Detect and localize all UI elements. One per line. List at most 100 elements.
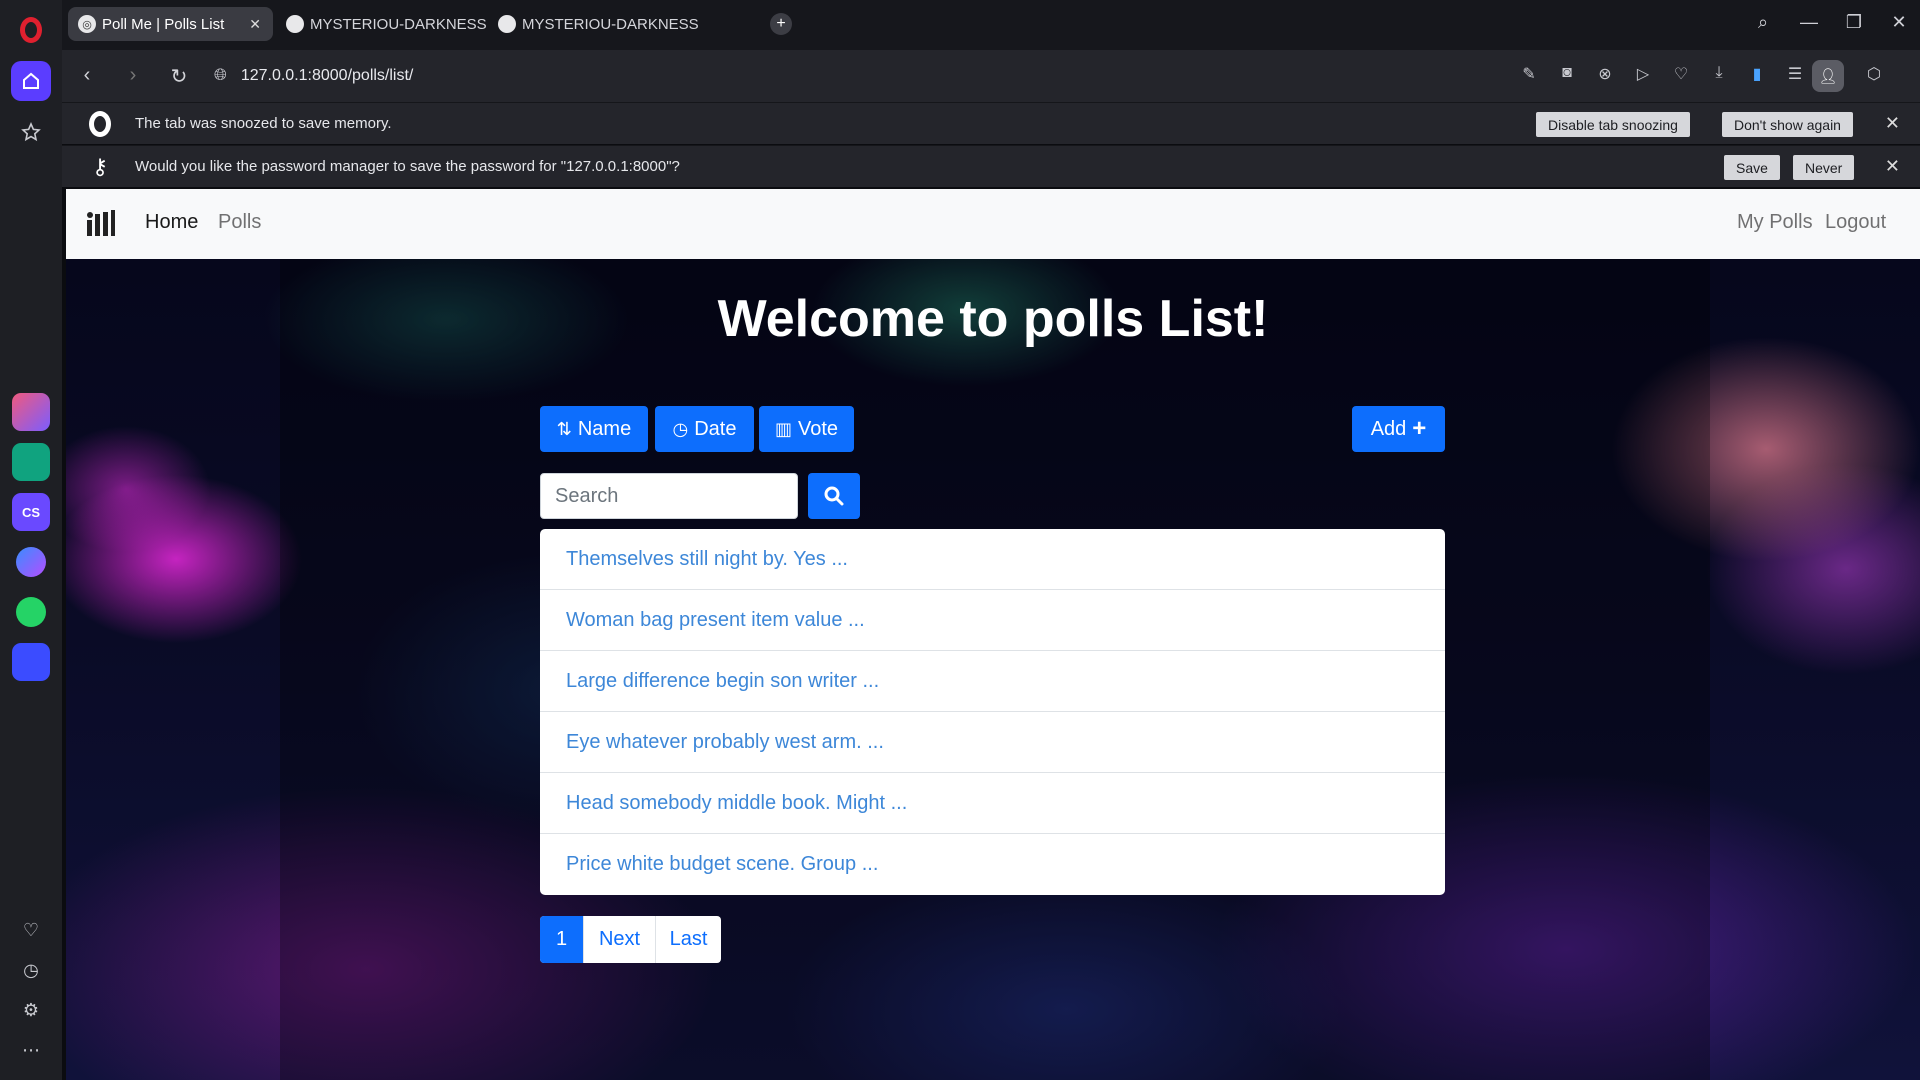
download-icon: ⤓	[1715, 64, 1723, 81]
clock-icon: ◷	[672, 418, 689, 439]
globe-favicon-icon: ◎	[78, 15, 96, 33]
sidebar-app-music[interactable]	[11, 642, 51, 682]
nav-home-link[interactable]: Home	[145, 211, 198, 234]
poll-logo-icon	[87, 210, 115, 236]
poll-list-item[interactable]: Themselves still night by. Yes ...	[540, 529, 1445, 590]
minimize-icon: —	[1800, 12, 1818, 32]
github-icon	[498, 15, 516, 33]
speed-dial-button[interactable]	[11, 61, 51, 101]
poll-list-item[interactable]: Woman bag present item value ...	[540, 590, 1445, 651]
never-save-button[interactable]: Never	[1793, 155, 1855, 180]
poll-list-item[interactable]: Eye whatever probably west arm. ...	[540, 712, 1445, 773]
sort-vote-label: Vote	[797, 417, 839, 440]
password-message: Would you like the password manager to s…	[135, 158, 680, 175]
tab-poll-me[interactable]: ◎ Poll Me | Polls List ✕	[68, 7, 273, 41]
aria-icon	[12, 393, 50, 431]
tab-title: Poll Me | Polls List	[102, 15, 225, 33]
add-label: Add	[1370, 417, 1407, 440]
globe-icon: 🌐︎	[214, 67, 227, 84]
opera-menu-button[interactable]	[11, 10, 51, 50]
easy-setup-button[interactable]: ✎	[1517, 64, 1541, 88]
poll-list-item[interactable]: Large difference begin son writer ...	[540, 651, 1445, 712]
close-icon[interactable]: ✕	[1885, 156, 1900, 177]
sort-date-label: Date	[694, 417, 737, 440]
sidebar-app-aria[interactable]	[11, 392, 51, 432]
bar-chart-icon: ▥	[774, 418, 792, 439]
sort-by-name-button[interactable]: ⇅ Name	[540, 406, 648, 452]
history-button[interactable]: ◷	[11, 950, 51, 990]
last-page-link[interactable]: Last	[655, 916, 721, 963]
settings-button[interactable]: ⚙	[11, 990, 51, 1030]
tab-github-2[interactable]: MYSTERIOU-DARKNESS/V	[488, 7, 698, 41]
disable-snoozing-button[interactable]: Disable tab snoozing	[1536, 112, 1690, 137]
favorites-button[interactable]: ♡	[1669, 64, 1693, 88]
poll-list-item[interactable]: Head somebody middle book. Might ...	[540, 773, 1445, 834]
nav-logout-link[interactable]: Logout	[1825, 211, 1886, 234]
add-poll-button[interactable]: Add +	[1352, 406, 1445, 452]
minimize-button[interactable]: —	[1794, 12, 1824, 33]
battery-saver-button[interactable]: ▮	[1745, 64, 1769, 88]
page-1-link[interactable]: 1	[540, 916, 583, 963]
sidebar-more-button[interactable]: ⋯	[11, 1030, 51, 1070]
profile-button[interactable]: 👤︎	[1812, 60, 1844, 92]
user-icon: 👤︎	[1818, 68, 1838, 85]
snooze-message: The tab was snoozed to save memory.	[135, 115, 392, 132]
reload-button[interactable]: ↻	[166, 64, 192, 89]
pinboard-button[interactable]: ♡	[11, 910, 51, 950]
close-icon: ✕	[1891, 12, 1907, 32]
tab-title: MYSTERIOU-DARKNESS/V	[310, 15, 486, 33]
chevron-left-icon: ‹	[83, 64, 91, 86]
menu-lines-icon: ☰	[1787, 66, 1803, 83]
snapshot-button[interactable]: ◙	[1555, 64, 1579, 88]
nav-my-polls-link[interactable]: My Polls	[1737, 211, 1813, 234]
reload-icon: ↻	[170, 66, 188, 88]
opera-sidebar: CS ♡ ◷ ⚙ ⋯	[0, 0, 62, 1080]
poll-list: Themselves still night by. Yes ... Woman…	[540, 529, 1445, 895]
restore-button[interactable]: ❐	[1839, 12, 1869, 33]
next-page-link[interactable]: Next	[583, 916, 655, 963]
easy-files-button[interactable]: ☰	[1783, 64, 1807, 88]
search-icon: ⌕	[1757, 12, 1769, 32]
close-window-button[interactable]: ✕	[1884, 12, 1914, 33]
address-field[interactable]: 🌐︎ 127.0.0.1:8000/polls/list/	[202, 57, 1542, 95]
poll-list-item[interactable]: Price white budget scene. Group ...	[540, 834, 1445, 895]
whatsapp-icon	[16, 597, 46, 627]
edit-icon: ✎	[1522, 66, 1536, 83]
sort-name-label: Name	[577, 417, 632, 440]
new-tab-button[interactable]: +	[770, 13, 792, 35]
adblock-button[interactable]: ⊗	[1593, 64, 1617, 88]
save-password-button[interactable]: Save	[1724, 155, 1780, 180]
heart-icon: ♡	[1673, 66, 1689, 83]
cube-icon: ⬡	[1867, 66, 1881, 83]
snooze-infobar: The tab was snoozed to save memory. Disa…	[62, 102, 1920, 144]
back-button[interactable]: ‹	[74, 64, 100, 87]
sort-by-vote-button[interactable]: ▥ Vote	[759, 406, 854, 452]
gear-icon: ⚙	[22, 999, 40, 1020]
shield-icon: ⊗	[1598, 66, 1612, 83]
sort-by-date-button[interactable]: ◷ Date	[655, 406, 754, 452]
nav-polls-link[interactable]: Polls	[218, 211, 261, 234]
sidebar-app-messenger[interactable]	[11, 542, 51, 582]
sidebar-app-cs[interactable]: CS	[11, 492, 51, 532]
opera-o-icon	[85, 109, 115, 139]
forward-button[interactable]: ›	[120, 64, 146, 87]
brand-logo-icon[interactable]	[86, 210, 116, 238]
dont-show-again-button[interactable]: Don't show again	[1722, 112, 1853, 137]
extensions-button[interactable]: ⬡	[1862, 64, 1886, 88]
search-icon	[824, 486, 844, 506]
tab-github-1[interactable]: MYSTERIOU-DARKNESS/V	[276, 7, 486, 41]
url-text: 127.0.0.1:8000/polls/list/	[240, 67, 414, 84]
sidebar-app-whatsapp[interactable]	[11, 592, 51, 632]
close-icon[interactable]: ✕	[1885, 113, 1900, 134]
sidebar-app-chatgpt[interactable]	[11, 442, 51, 482]
tab-strip: ◎ Poll Me | Polls List ✕ MYSTERIOU-DARKN…	[62, 0, 1920, 50]
close-tab-icon[interactable]: ✕	[235, 16, 261, 33]
bookmarks-button[interactable]	[11, 112, 51, 152]
player-button[interactable]: ▷	[1631, 64, 1655, 88]
search-button[interactable]	[808, 473, 860, 519]
tab-search-button[interactable]: ⌕	[1748, 12, 1778, 33]
clock-icon: ◷	[23, 959, 39, 980]
search-input[interactable]	[540, 473, 798, 519]
pagination: 1 Next Last	[540, 916, 721, 963]
downloads-button[interactable]: ⤓	[1707, 64, 1731, 88]
